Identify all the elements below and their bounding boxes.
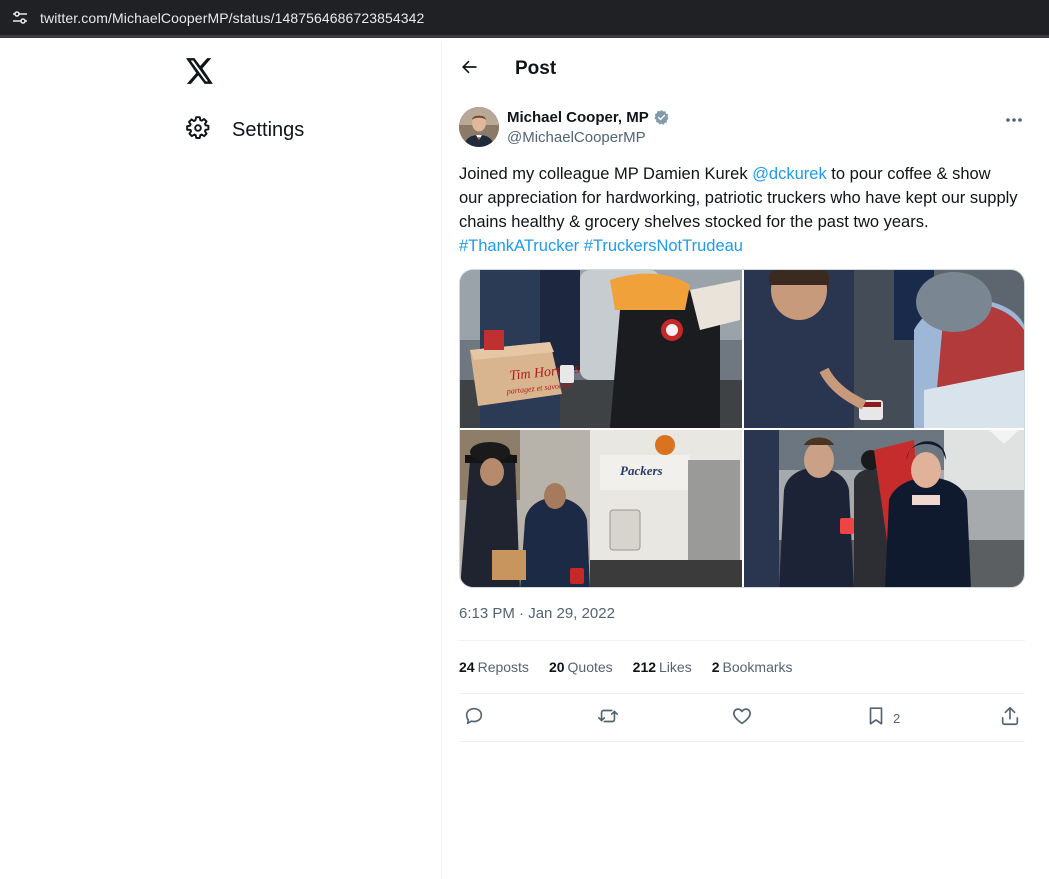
bookmark-button[interactable]: 2 xyxy=(865,703,900,733)
reply-button[interactable] xyxy=(463,703,485,733)
stat-count: 24 xyxy=(459,659,475,675)
stat-label: Quotes xyxy=(567,659,613,675)
hashtag-link[interactable]: #ThankATrucker xyxy=(459,237,579,255)
tweet-photo-4[interactable] xyxy=(744,430,1024,587)
repost-button[interactable] xyxy=(597,703,619,733)
x-logo-icon[interactable] xyxy=(185,56,215,86)
sidebar-item-settings[interactable]: Settings xyxy=(185,111,304,149)
tweet-photo-1[interactable]: Tim Hortons partagez et savourez xyxy=(460,270,742,428)
verified-badge-icon xyxy=(653,109,670,126)
more-button[interactable] xyxy=(999,107,1029,131)
stat-quotes[interactable]: 20 Quotes xyxy=(549,659,613,679)
url-text[interactable]: twitter.com/MichaelCooperMP/status/14875… xyxy=(40,10,424,26)
post-timestamp[interactable]: 6:13 PM · Jan 29, 2022 xyxy=(459,605,615,622)
repost-icon xyxy=(597,705,619,732)
bookmark-icon xyxy=(865,705,887,732)
author-name-text[interactable]: Michael Cooper, MP xyxy=(507,109,649,126)
mention-link[interactable]: @dckurek xyxy=(752,165,827,183)
tweet-text: Joined my colleague MP Damien Kurek @dck… xyxy=(459,162,1019,258)
divider xyxy=(459,693,1025,694)
more-horizontal-icon xyxy=(1005,110,1023,128)
stat-count: 20 xyxy=(548,659,565,675)
author-handle[interactable]: @MichaelCooperMP xyxy=(507,129,646,146)
stat-count: 212 xyxy=(632,659,657,675)
stat-label: Likes xyxy=(659,659,692,675)
gear-icon xyxy=(185,115,211,146)
page-title: Post xyxy=(515,58,557,79)
post-header: Post xyxy=(442,41,1042,97)
media-grid: Tim Hortons partagez et savourez Packers xyxy=(459,269,1025,588)
back-button[interactable] xyxy=(452,52,486,86)
post-actions: 2 xyxy=(459,703,1025,733)
post-column: Post Michael Cooper, MP @MichaelCooperMP… xyxy=(441,41,1041,879)
divider xyxy=(459,741,1025,742)
stat-bookmarks[interactable]: 2 Bookmarks xyxy=(712,659,793,679)
author-name[interactable]: Michael Cooper, MP xyxy=(507,109,670,126)
share-button[interactable] xyxy=(999,703,1021,733)
stat-reposts[interactable]: 24 Reposts xyxy=(459,659,529,679)
tweet-photo-2[interactable] xyxy=(744,270,1024,428)
stat-count: 2 xyxy=(711,659,720,675)
like-button[interactable] xyxy=(731,703,753,733)
tweet-photo-3[interactable]: Packers xyxy=(460,430,742,587)
divider xyxy=(459,640,1025,641)
tweet-text-part: Joined my colleague MP Damien Kurek xyxy=(459,165,753,183)
browser-address-bar[interactable]: twitter.com/MichaelCooperMP/status/14875… xyxy=(0,0,1049,38)
truck-brand-text: Packers xyxy=(620,463,663,478)
stat-likes[interactable]: 212 Likes xyxy=(633,659,692,679)
left-sidebar: Settings xyxy=(0,41,441,879)
stat-label: Bookmarks xyxy=(722,659,793,675)
author-block: Michael Cooper, MP @MichaelCooperMP xyxy=(459,107,1029,151)
stat-label: Reposts xyxy=(477,659,529,675)
heart-icon xyxy=(731,705,753,732)
hashtag-link[interactable]: #TruckersNotTrudeau xyxy=(584,237,743,255)
avatar[interactable] xyxy=(459,107,499,147)
bookmark-count: 2 xyxy=(893,710,901,726)
share-icon xyxy=(999,705,1021,732)
arrow-left-icon xyxy=(459,57,479,82)
reply-icon xyxy=(463,705,485,732)
post-stats: 24 Reposts 20 Quotes 212 Likes 2 Bookmarks xyxy=(459,659,813,679)
tune-icon[interactable] xyxy=(10,8,30,28)
sidebar-item-label: Settings xyxy=(232,118,305,141)
